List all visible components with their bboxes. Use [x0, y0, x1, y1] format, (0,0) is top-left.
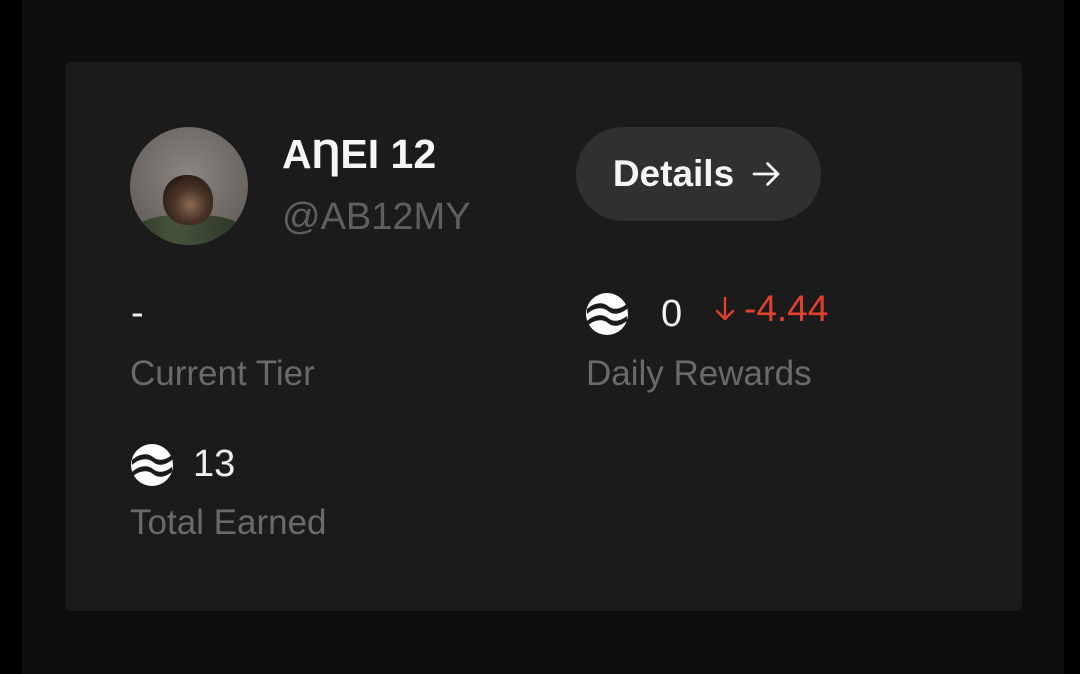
avatar-figure-head: [163, 175, 213, 225]
arrow-down-icon: [715, 296, 735, 321]
details-button[interactable]: Details: [576, 127, 821, 221]
daily-rewards-value: 0: [661, 293, 683, 335]
daily-rewards-change: -4.44: [712, 286, 828, 332]
daily-rewards-label: Daily Rewards: [586, 354, 812, 393]
details-button-label: Details: [612, 153, 735, 194]
current-tier-label: Current Tier: [130, 354, 315, 393]
username: @AB12MY: [282, 196, 471, 238]
current-tier-value: -: [131, 292, 144, 334]
total-earned-value: 13: [193, 443, 236, 485]
coin-icon: [586, 293, 628, 335]
arrow-right-icon: [752, 162, 780, 186]
avatar[interactable]: [130, 127, 248, 245]
total-earned-label: Total Earned: [130, 503, 327, 542]
coin-icon: [131, 444, 173, 486]
daily-rewards-change-text: -4.44: [744, 288, 829, 329]
display-name: AȠEI 12: [282, 131, 437, 177]
